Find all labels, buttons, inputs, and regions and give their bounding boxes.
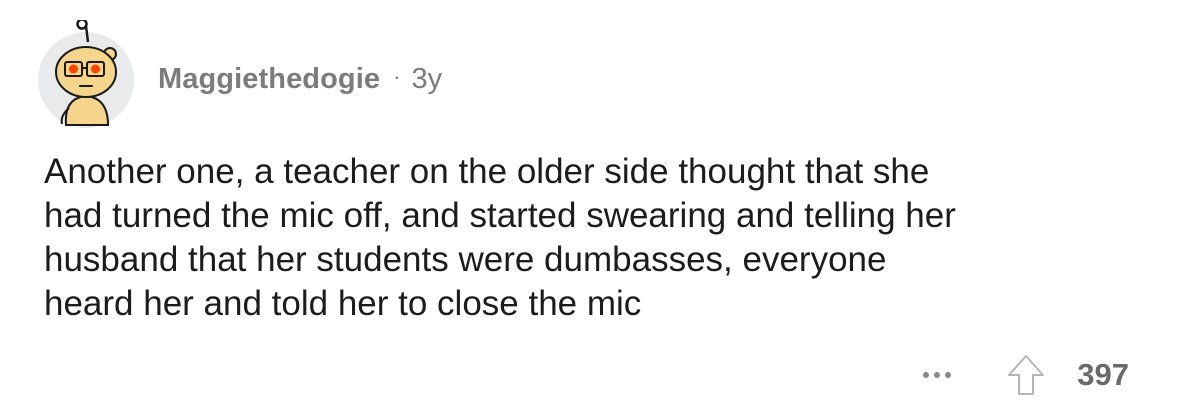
snoo-avatar-icon (38, 20, 134, 128)
avatar[interactable] (36, 20, 136, 130)
upvote-button[interactable] (1001, 350, 1051, 400)
comment-actions: 397 (917, 350, 1129, 400)
upvote-arrow-icon (1008, 355, 1045, 395)
username-link[interactable]: Maggiethedogie (158, 63, 380, 96)
comment-body-line: had turned the mic off, and started swea… (44, 196, 956, 235)
vote-score: 397 (1077, 357, 1129, 392)
comment-body-line: husband that her students were dumbasses… (44, 240, 887, 279)
comment-body-line: Another one, a teacher on the older side… (44, 152, 930, 191)
ellipsis-icon (923, 372, 952, 378)
comment-header: Maggiethedogie · 3y (36, 20, 442, 130)
meta-separator: · (393, 64, 401, 89)
comment-body: Another one, a teacher on the older side… (44, 150, 1144, 326)
comment-age: 3y (411, 62, 443, 95)
comment-meta: Maggiethedogie · 3y (158, 63, 442, 96)
comment-body-line: heard her and told her to close the mic (44, 284, 642, 323)
comment-card: Maggiethedogie · 3y Another one, a teach… (0, 0, 1179, 402)
more-options-button[interactable] (917, 355, 957, 395)
